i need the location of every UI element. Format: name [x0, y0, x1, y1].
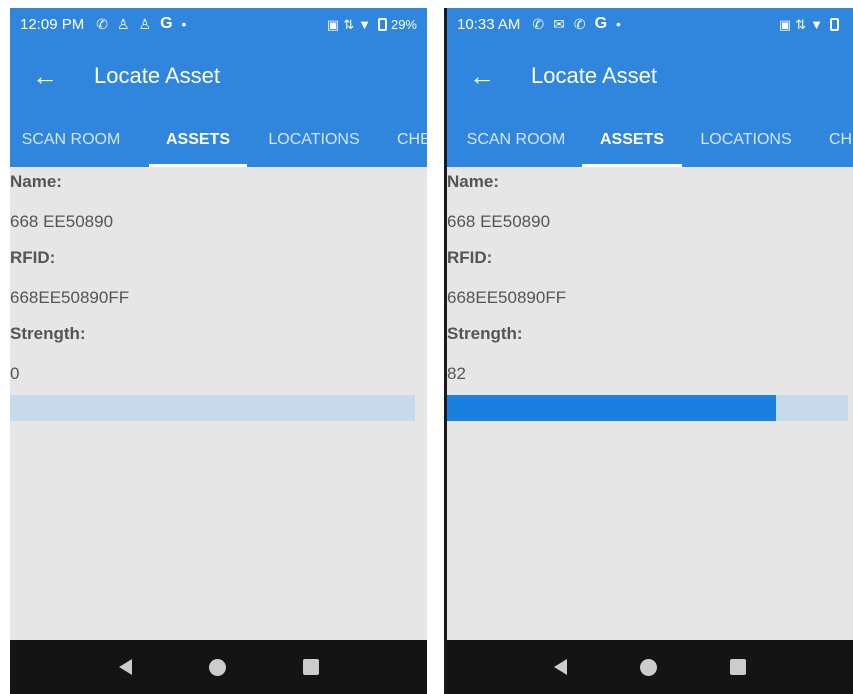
recents-square-icon[interactable]	[302, 659, 319, 675]
tab-locations[interactable]: LOCATIONS	[697, 112, 795, 167]
strength-value: 82	[447, 364, 466, 383]
signal-strength-bar	[10, 395, 415, 421]
app-bar: ← Locate Asset	[447, 40, 853, 112]
tab-bar: SCAN ROOM ASSETS LOCATIONS CH	[447, 112, 853, 167]
strength-label: Strength:	[447, 324, 523, 343]
data-icon: ⇅	[795, 16, 807, 32]
home-circle-icon[interactable]	[639, 658, 657, 676]
app-bar: ← Locate Asset	[10, 40, 427, 112]
wifi-icon: ▼	[810, 16, 823, 32]
strength-value: 0	[10, 364, 20, 383]
phone-screen-right: 10:33 AM ✆ ✉ ✆ G • ▣ ⇅ ▼ ← Locate Asset …	[444, 8, 853, 694]
name-label: Name:	[447, 172, 499, 191]
person-icon: ♙	[116, 16, 130, 32]
tab-check[interactable]: CHE	[397, 112, 427, 167]
asset-details: Name: 668 EE50890 RFID: 668EE50890FF Str…	[447, 167, 853, 421]
name-value: 668 EE50890	[10, 212, 114, 231]
asset-details: Name: 668 EE50890 RFID: 668EE50890FF Str…	[10, 167, 427, 421]
back-arrow-icon[interactable]: ←	[32, 61, 82, 92]
recents-square-icon[interactable]	[730, 659, 747, 675]
dot-icon: •	[181, 16, 187, 32]
battery-icon	[377, 17, 387, 31]
rfid-label: RFID:	[10, 248, 56, 267]
tab-bar: SCAN ROOM ASSETS LOCATIONS CHE	[10, 112, 427, 167]
notification-icons: ✆ ✉ ✆ G •	[532, 16, 621, 32]
name-label: Name:	[10, 172, 62, 191]
signal-strength-fill	[447, 395, 776, 421]
status-time: 12:09 PM	[20, 15, 85, 33]
tab-scan-room[interactable]: SCAN ROOM	[10, 112, 132, 167]
phone-icon: ✆	[532, 16, 545, 32]
phone-icon: ✆	[96, 16, 108, 32]
tab-check[interactable]: CH	[829, 112, 853, 167]
strength-label: Strength:	[10, 324, 86, 343]
home-circle-icon[interactable]	[208, 658, 226, 676]
mail-icon: ✉	[553, 16, 565, 32]
tab-assets[interactable]: ASSETS	[582, 112, 682, 167]
wifi-icon: ▼	[358, 16, 371, 32]
rfid-value: 668EE50890FF	[447, 288, 567, 307]
status-bar: 12:09 PM ✆ ♙ ♙ G • ▣ ⇅ ▼ 29%	[10, 8, 427, 40]
dot-icon: •	[616, 16, 621, 32]
rfid-label: RFID:	[447, 248, 493, 267]
tab-locations[interactable]: LOCATIONS	[265, 112, 363, 167]
notification-icons: ✆ ♙ ♙ G •	[96, 16, 186, 32]
tab-assets[interactable]: ASSETS	[149, 112, 247, 167]
rfid-value: 668EE50890FF	[10, 288, 130, 307]
back-triangle-icon[interactable]	[553, 659, 567, 675]
data-icon: ⇅	[343, 16, 355, 32]
signal-strength-bar	[447, 395, 848, 421]
person-icon: ♙	[138, 16, 152, 32]
system-nav-bar	[447, 640, 853, 694]
status-bar: 10:33 AM ✆ ✉ ✆ G • ▣ ⇅ ▼	[447, 8, 853, 40]
cast-icon: ▣	[778, 16, 792, 32]
google-icon: G	[594, 15, 608, 32]
back-triangle-icon[interactable]	[118, 659, 132, 675]
status-time: 10:33 AM	[457, 15, 521, 33]
cast-icon: ▣	[326, 16, 340, 32]
page-title: Locate Asset	[531, 63, 657, 88]
battery-icon	[830, 17, 839, 31]
google-icon: G	[160, 15, 173, 32]
phone-screen-left: 12:09 PM ✆ ♙ ♙ G • ▣ ⇅ ▼ 29% ← Locate As…	[10, 8, 427, 694]
system-nav-bar	[10, 640, 427, 694]
page-title: Locate Asset	[94, 63, 220, 88]
name-value: 668 EE50890	[447, 212, 551, 231]
system-icons: ▣ ⇅ ▼	[778, 16, 843, 32]
back-arrow-icon[interactable]: ←	[469, 61, 519, 92]
system-icons: ▣ ⇅ ▼ 29%	[327, 17, 417, 32]
phone-icon: ✆	[573, 16, 586, 32]
battery-percent: 29%	[390, 16, 417, 32]
tab-scan-room[interactable]: SCAN ROOM	[461, 112, 571, 167]
